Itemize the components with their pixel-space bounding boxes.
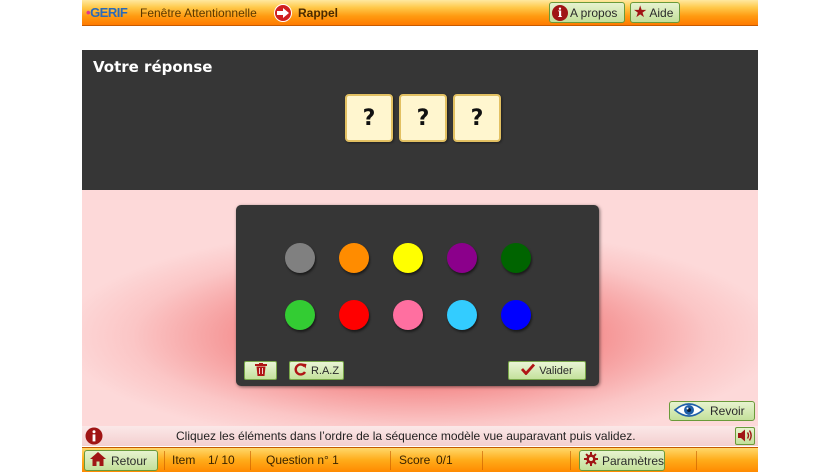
color-button-8[interactable] — [393, 300, 423, 330]
checkmark-icon — [521, 363, 536, 378]
answer-slot-3[interactable]: ? — [453, 94, 501, 142]
info-icon[interactable] — [85, 427, 103, 445]
reset-icon — [294, 362, 307, 379]
separator — [570, 451, 571, 470]
separator — [696, 451, 697, 470]
gear-icon — [584, 452, 598, 469]
score-label: Score — [399, 453, 431, 467]
color-button-10[interactable] — [501, 300, 531, 330]
rappel-button[interactable]: Rappel — [274, 3, 338, 23]
delete-button[interactable] — [244, 361, 277, 380]
raz-label: R.A.Z — [310, 364, 340, 377]
revoir-label: Revoir — [710, 404, 745, 418]
answer-slots: ? ? ? — [345, 94, 501, 142]
separator — [164, 451, 165, 470]
app-title: Fenêtre Attentionnelle — [140, 6, 257, 20]
item-value: 1/ 10 — [208, 453, 235, 467]
validate-label: Valider — [539, 364, 573, 377]
eye-icon — [673, 402, 705, 421]
score-value: 0/1 — [436, 453, 453, 467]
color-button-9[interactable] — [447, 300, 477, 330]
app-window: •GERIF Fenêtre Attentionnelle Rappel i A… — [0, 0, 840, 472]
instruction-text: Cliquez les éléments dans l’ordre de la … — [176, 429, 636, 443]
validate-button[interactable]: Valider — [508, 361, 586, 380]
color-button-4[interactable] — [447, 243, 477, 273]
help-label: Aide — [649, 5, 674, 20]
color-button-1[interactable] — [285, 243, 315, 273]
color-button-6[interactable] — [285, 300, 315, 330]
rappel-label: Rappel — [298, 6, 339, 20]
settings-label: Paramètres — [602, 453, 665, 468]
star-icon: ★ — [633, 3, 648, 21]
home-icon — [89, 451, 107, 470]
revoir-button[interactable]: Revoir — [669, 401, 755, 421]
arrow-right-icon — [274, 4, 292, 22]
answer-title: Votre réponse — [93, 58, 213, 76]
answer-slot-1[interactable]: ? — [345, 94, 393, 142]
color-button-3[interactable] — [393, 243, 423, 273]
speaker-icon — [737, 427, 753, 446]
back-label: Retour — [111, 453, 148, 468]
back-button[interactable]: Retour — [84, 450, 158, 471]
color-button-7[interactable] — [339, 300, 369, 330]
about-button[interactable]: i A propos — [549, 2, 625, 23]
top-bar: •GERIF Fenêtre Attentionnelle Rappel i A… — [82, 0, 758, 26]
trash-icon — [254, 362, 267, 379]
instruction-bar: Cliquez les éléments dans l’ordre de la … — [82, 426, 758, 446]
separator — [482, 451, 483, 470]
speaker-button[interactable] — [735, 427, 755, 445]
color-button-2[interactable] — [339, 243, 369, 273]
separator — [250, 451, 251, 470]
gerif-logo: •GERIF — [86, 5, 128, 20]
about-label: A propos — [570, 5, 618, 20]
raz-button[interactable]: R.A.Z — [289, 361, 344, 380]
question-label: Question n° 1 — [266, 453, 339, 467]
answer-panel: Votre réponse ? ? ? — [82, 50, 758, 190]
answer-slot-2[interactable]: ? — [399, 94, 447, 142]
item-label: Item — [172, 453, 196, 467]
color-button-5[interactable] — [501, 243, 531, 273]
bottom-bar: Retour Item 1/ 10 Question n° 1 Score 0/… — [82, 447, 758, 472]
separator — [390, 451, 391, 470]
settings-button[interactable]: Paramètres — [579, 450, 665, 471]
help-button[interactable]: ★ Aide — [630, 2, 680, 23]
info-icon: i — [552, 4, 568, 21]
color-board: R.A.Z Valider — [236, 205, 599, 386]
